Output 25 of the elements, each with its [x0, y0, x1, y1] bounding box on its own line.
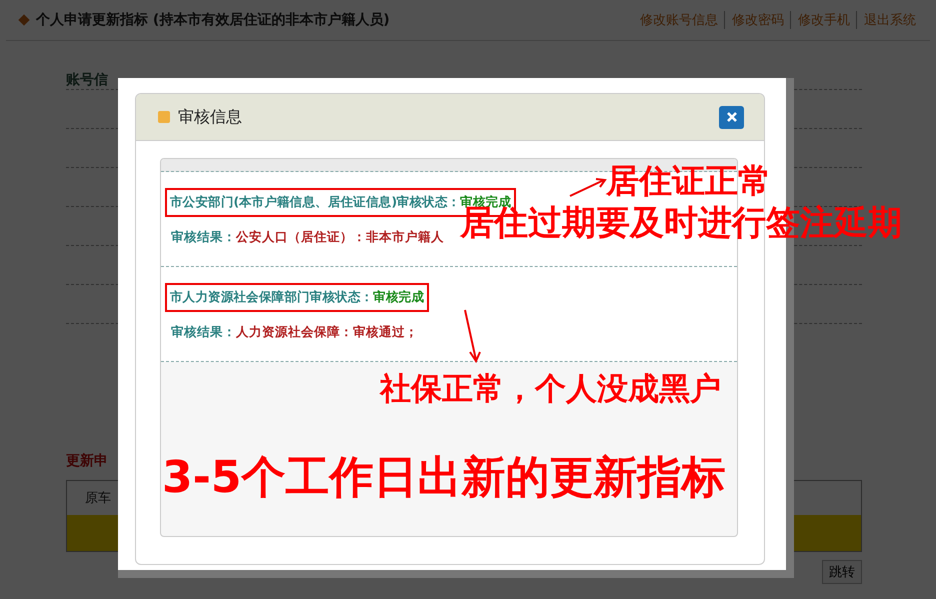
annotation-text: 居住证正常 [606, 164, 771, 197]
header-link[interactable]: 修改密码 [724, 11, 784, 29]
plus-icon [158, 111, 170, 123]
result-text: 人力资源社会保障：审核通过； [236, 324, 418, 339]
department-label: 市人力资源社会保障部门审核状态： [170, 289, 374, 304]
section-heading: 更新申 [66, 452, 109, 470]
result-text: 公安人口（居住证）：非本市户籍人 [236, 229, 444, 244]
jump-button[interactable]: 跳转 [822, 560, 862, 584]
header-link[interactable]: 退出系统 [856, 11, 916, 29]
annotation-arrow [464, 309, 481, 364]
status-text: 审核完成 [373, 289, 424, 304]
department-label: 市公安部门(本市户籍信息、居住证信息)审核状态： [170, 194, 460, 209]
annotation-text: 社保正常，个人没成黑户 [380, 374, 721, 405]
annotation-text: 3-5个工作日出新的更新指标 [162, 456, 726, 500]
close-button[interactable] [719, 106, 744, 128]
table-header-cell-text: 原车 [84, 490, 112, 508]
header-link[interactable]: 修改手机 [790, 11, 850, 29]
header-link[interactable]: 修改账号信息 [640, 11, 718, 29]
page-title: 个人申请更新指标 (持本市有效居住证的非本市户籍人员) [36, 11, 390, 29]
section-heading: 账号信 [66, 71, 109, 89]
result-label: 审核结果： [171, 229, 236, 244]
close-icon [726, 111, 738, 123]
result-label: 审核结果： [171, 324, 236, 339]
annotation-arrow [569, 178, 607, 197]
dialog-title: 审核信息 [178, 106, 242, 128]
